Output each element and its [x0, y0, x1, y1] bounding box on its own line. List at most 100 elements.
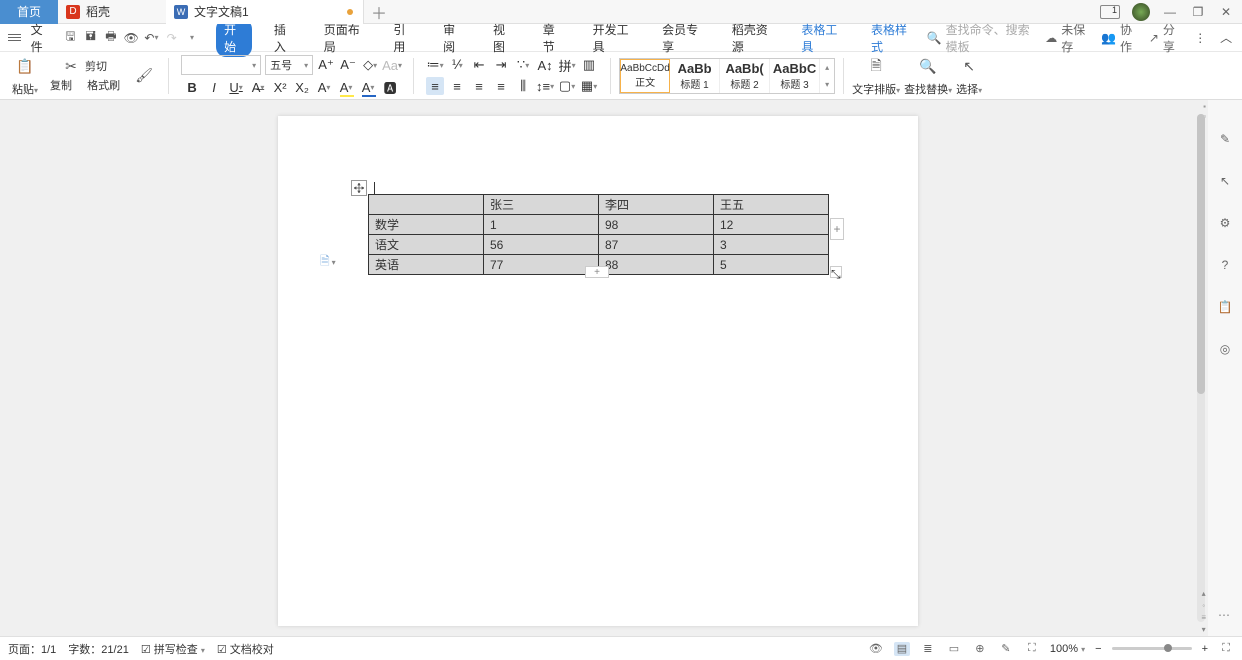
bullets-button[interactable]: ≔▾: [426, 56, 444, 74]
fullscreen-icon[interactable]: ⛶: [1218, 642, 1234, 656]
strikethrough-button[interactable]: A̶▾: [249, 78, 267, 96]
save-icon[interactable]: 🖫: [62, 29, 78, 47]
char-border-button[interactable]: 🅰: [381, 78, 399, 96]
minimize-button[interactable]: —: [1162, 5, 1178, 19]
share-button[interactable]: ↗分享: [1149, 21, 1183, 55]
phonetic-button[interactable]: 拼▾: [558, 56, 576, 74]
scroll-page-icon[interactable]: ◦: [1202, 601, 1205, 610]
zoom-in-button[interactable]: +: [1202, 643, 1208, 655]
close-button[interactable]: ✕: [1218, 5, 1234, 19]
avatar[interactable]: [1132, 3, 1150, 21]
increase-indent-button[interactable]: ⇥: [492, 56, 510, 74]
borders-button[interactable]: ▦▾: [580, 77, 598, 95]
tab-pagelayout[interactable]: 页面布局: [316, 19, 372, 57]
add-column-button[interactable]: +: [830, 218, 844, 240]
document-table[interactable]: 张三 李四 王五 数学 1 98 12 语文 56 87 3 英语 77 88 …: [368, 194, 829, 275]
zoom-out-button[interactable]: −: [1095, 643, 1101, 655]
scrollbar-thumb[interactable]: [1197, 114, 1205, 394]
style-more-button[interactable]: ▴▾: [820, 59, 834, 93]
font-size-select[interactable]: 五号▾: [265, 55, 313, 75]
save-as-icon[interactable]: 🖬: [83, 29, 99, 47]
page-status[interactable]: 页面：1/1: [8, 641, 56, 657]
cut-button[interactable]: ✂剪切: [63, 58, 107, 74]
underline-button[interactable]: U▾: [227, 78, 245, 96]
line-spacing-button[interactable]: ↕≡▾: [536, 77, 554, 95]
side-more-icon[interactable]: ⋯: [1218, 608, 1232, 622]
table-resize-handle[interactable]: ⤡: [830, 266, 842, 278]
decrease-indent-button[interactable]: ⇤: [470, 56, 488, 74]
tab-start[interactable]: 开始: [216, 19, 252, 57]
word-count[interactable]: 字数：21/21: [68, 641, 129, 657]
redo-icon[interactable]: ↷: [164, 29, 180, 47]
pencil-icon[interactable]: ✎: [1216, 130, 1234, 148]
tab-devtools[interactable]: 开发工具: [585, 19, 641, 57]
highlight-view-icon[interactable]: ✎: [998, 642, 1014, 656]
web-view-icon[interactable]: ⊕: [972, 642, 988, 656]
pointer-icon[interactable]: ↖: [1216, 172, 1234, 190]
distribute-button[interactable]: ⫼: [514, 77, 532, 95]
style-heading2[interactable]: AaBb(标题 2: [720, 59, 770, 93]
tab-tabletools[interactable]: 表格工具: [793, 19, 849, 57]
add-row-button[interactable]: +: [585, 266, 609, 278]
hamburger-icon[interactable]: [8, 34, 21, 41]
outline-view-icon[interactable]: ≣: [920, 642, 936, 656]
clear-format-button[interactable]: ◇▾: [361, 56, 379, 74]
zoom-level[interactable]: 100% ▾: [1050, 643, 1085, 655]
shading-button[interactable]: ▢▾: [558, 77, 576, 95]
select-button[interactable]: ↖ 选择▾: [956, 55, 982, 97]
tab-review[interactable]: 审阅: [435, 19, 471, 57]
tab-document[interactable]: W 文字文稿1: [166, 0, 364, 24]
doc-proof-toggle[interactable]: ☑ 文档校对: [217, 641, 274, 657]
copy-button[interactable]: 复制: [50, 77, 72, 93]
scroll-up-icon[interactable]: ▴: [1202, 589, 1206, 598]
location-icon[interactable]: ◎: [1216, 340, 1234, 358]
unsaved-status[interactable]: ☁未保存: [1045, 21, 1091, 55]
format-brush-button[interactable]: 🖌: [132, 64, 156, 88]
clipboard-icon[interactable]: 📋: [1216, 298, 1234, 316]
help-icon[interactable]: ?: [1216, 256, 1234, 274]
print-preview-icon[interactable]: 👁: [123, 29, 139, 47]
eye-icon[interactable]: 👁: [868, 642, 884, 656]
maximize-button[interactable]: ❐: [1190, 5, 1206, 19]
page-insert-icon[interactable]: 🗎▾: [320, 252, 336, 273]
tab-reference[interactable]: 引用: [385, 19, 421, 57]
superscript-button[interactable]: X²: [271, 78, 289, 96]
table-move-handle[interactable]: [351, 180, 367, 196]
align-right-button[interactable]: ≡: [470, 77, 488, 95]
style-heading3[interactable]: AaBbC标题 3: [770, 59, 820, 93]
align-justify-button[interactable]: ≡: [492, 77, 510, 95]
text-effect-button[interactable]: A▾: [315, 78, 333, 96]
style-heading1[interactable]: AaBb标题 1: [670, 59, 720, 93]
collapse-ribbon-icon[interactable]: ︿: [1218, 29, 1234, 47]
tab-member[interactable]: 会员专享: [654, 19, 710, 57]
align-center-button[interactable]: ≡: [448, 77, 466, 95]
subscript-button[interactable]: X₂: [293, 78, 311, 96]
sort-button[interactable]: ∵▾: [514, 56, 532, 74]
more-menu-icon[interactable]: ⋮: [1192, 29, 1208, 47]
tab-tablestyle[interactable]: 表格样式: [863, 19, 919, 57]
bold-button[interactable]: B: [183, 78, 201, 96]
reading-view-icon[interactable]: ▭: [946, 642, 962, 656]
text-layout-button[interactable]: 🗎 文字排版▾: [852, 55, 900, 97]
change-case-button[interactable]: Aa▾: [383, 56, 401, 74]
collab-button[interactable]: 👥协作: [1101, 21, 1139, 55]
tab-section[interactable]: 章节: [535, 19, 571, 57]
settings-icon[interactable]: ⚙: [1216, 214, 1234, 232]
font-color-button[interactable]: A▾: [359, 78, 377, 96]
align-left-button[interactable]: ≡: [426, 77, 444, 95]
italic-button[interactable]: I: [205, 78, 223, 96]
text-direction-button[interactable]: A↕: [536, 56, 554, 74]
vertical-scrollbar[interactable]: ▪▫ ▴ ◦ ≡ ▾: [1194, 100, 1208, 636]
zoom-slider[interactable]: [1112, 647, 1192, 650]
spellcheck-toggle[interactable]: ☑ 拼写检查 ▾: [141, 641, 205, 657]
increase-font-button[interactable]: A⁺: [317, 56, 335, 74]
dual-view-icon[interactable]: [1100, 5, 1120, 19]
numbering-button[interactable]: ⅟▾: [448, 56, 466, 74]
undo-icon[interactable]: ↶▾: [143, 29, 159, 47]
scroll-down-icon[interactable]: ▾: [1202, 625, 1206, 634]
menu-file[interactable]: 文件: [31, 21, 53, 55]
find-replace-button[interactable]: 🔍 查找替换▾: [904, 55, 952, 97]
tab-insert[interactable]: 插入: [266, 19, 302, 57]
tab-resources[interactable]: 稻壳资源: [724, 19, 780, 57]
tab-view[interactable]: 视图: [485, 19, 521, 57]
